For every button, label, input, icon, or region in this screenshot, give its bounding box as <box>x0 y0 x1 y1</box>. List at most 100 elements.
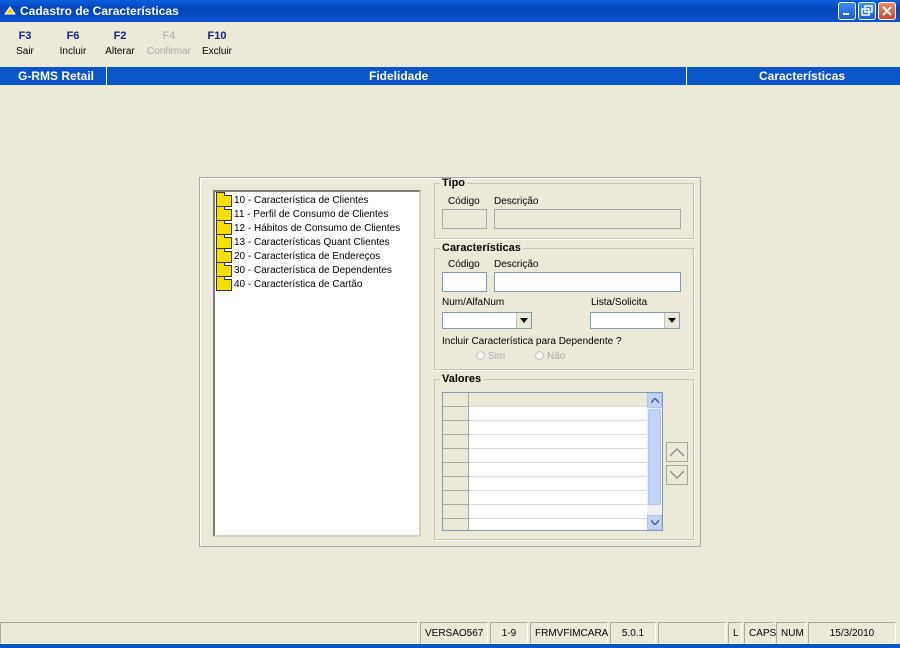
table-row[interactable] <box>443 491 648 505</box>
window-title: Cadastro de Características <box>20 4 179 18</box>
caracteristica-descricao-field[interactable] <box>494 272 681 292</box>
header-module: Fidelidade <box>369 69 429 83</box>
num-alfanum-select[interactable] <box>442 312 532 329</box>
row-header-cell <box>443 421 469 435</box>
grid-scrollbar[interactable] <box>647 393 662 530</box>
tree-item-label: 11 - Perfil de Consumo de Clientes <box>234 209 389 220</box>
status-record-range: 1-9 <box>490 622 528 644</box>
header-app-name: G-RMS Retail <box>18 69 95 83</box>
valores-grid[interactable] <box>442 392 663 531</box>
chevron-down-icon <box>670 471 684 479</box>
status-version: VERSAO567 <box>420 622 488 644</box>
caracteristica-descricao-label: Descrição <box>494 259 539 270</box>
scroll-down-button[interactable] <box>647 515 662 530</box>
radio-nao[interactable]: Não <box>535 351 565 362</box>
status-l: L <box>728 622 742 644</box>
minimize-icon <box>843 13 849 15</box>
bottom-border <box>0 644 900 648</box>
table-row[interactable] <box>443 421 648 435</box>
confirm-button[interactable]: F4 Confirmar <box>146 30 192 57</box>
status-num: NUM <box>776 622 806 644</box>
scroll-thumb[interactable] <box>648 409 661 505</box>
exit-button[interactable]: F3 Sair <box>14 30 36 57</box>
caracteristicas-legend: Características <box>442 242 521 254</box>
lista-solicita-select[interactable] <box>590 312 680 329</box>
window-titlebar: Cadastro de Características <box>0 0 900 22</box>
radio-circle-icon <box>476 351 485 360</box>
move-up-button[interactable] <box>666 442 688 462</box>
chevron-down-icon <box>516 313 531 328</box>
table-row[interactable] <box>443 407 648 421</box>
confirm-label: Confirmar <box>147 46 191 57</box>
tree-item[interactable]: 20 - Característica de Endereços <box>215 248 381 264</box>
chevron-up-icon <box>670 448 684 456</box>
tipo-descricao-field[interactable] <box>494 209 681 229</box>
tree-item[interactable]: 13 - Características Quant Clientes <box>215 234 390 250</box>
minimize-button[interactable] <box>838 2 856 20</box>
radio-circle-icon <box>535 351 544 360</box>
table-row[interactable] <box>443 519 648 530</box>
tree-item-label: 13 - Características Quant Clientes <box>234 237 390 248</box>
table-row[interactable] <box>443 435 648 449</box>
move-down-button[interactable] <box>666 465 688 485</box>
grid-header-row <box>443 393 648 407</box>
add-button[interactable]: F6 Incluir <box>58 30 88 57</box>
status-empty-cell <box>658 622 726 644</box>
grid-corner-cell <box>443 393 469 407</box>
row-header-cell <box>443 477 469 491</box>
edit-label: Alterar <box>105 46 135 57</box>
function-key-toolbar: F3 Sair F6 Incluir F2 Alterar F4 Confirm… <box>0 24 900 64</box>
header-divider <box>686 67 687 85</box>
app-icon <box>4 6 16 15</box>
row-header-cell <box>443 491 469 505</box>
window-controls <box>838 2 896 20</box>
tree-item[interactable]: 10 - Característica de Clientes <box>215 192 369 208</box>
chevron-down-icon <box>650 520 659 525</box>
tree-item-label: 20 - Característica de Endereços <box>234 251 381 262</box>
close-button[interactable] <box>878 2 896 20</box>
row-header-cell <box>443 519 469 530</box>
tree-item-label: 30 - Característica de Dependentes <box>234 265 392 276</box>
radio-sim-label: Sim <box>488 351 506 362</box>
radio-sim[interactable]: Sim <box>476 351 505 362</box>
exit-label: Sair <box>16 46 34 57</box>
tree-item[interactable]: 40 - Característica de Cartão <box>215 276 362 292</box>
row-header-cell <box>443 449 469 463</box>
add-key: F6 <box>66 30 80 42</box>
characteristic-type-tree[interactable]: 10 - Característica de Clientes 11 - Per… <box>213 190 421 537</box>
folder-icon <box>216 276 232 291</box>
tipo-codigo-field[interactable] <box>442 209 487 229</box>
table-row[interactable] <box>443 463 648 477</box>
header-divider <box>106 67 107 85</box>
exit-key: F3 <box>18 30 32 42</box>
delete-button[interactable]: F10 Excluir <box>202 30 232 57</box>
table-row[interactable] <box>443 505 648 519</box>
table-row[interactable] <box>443 449 648 463</box>
edit-key: F2 <box>113 30 127 42</box>
tipo-group: Tipo <box>434 177 694 239</box>
delete-key: F10 <box>207 30 227 42</box>
caracteristica-codigo-label: Código <box>448 259 480 270</box>
table-row[interactable] <box>443 477 648 491</box>
chevron-up-icon <box>650 398 659 403</box>
restore-button[interactable] <box>858 2 876 20</box>
tree-item-label: 10 - Característica de Clientes <box>234 195 369 206</box>
row-header-cell <box>443 463 469 477</box>
tree-item[interactable]: 12 - Hábitos de Consumo de Clientes <box>215 220 401 236</box>
tree-item-label: 12 - Hábitos de Consumo de Clientes <box>234 223 401 234</box>
tree-item[interactable]: 11 - Perfil de Consumo de Clientes <box>215 206 389 222</box>
delete-label: Excluir <box>202 46 233 57</box>
status-date: 15/3/2010 <box>808 622 896 644</box>
confirm-key: F4 <box>162 30 176 42</box>
scroll-up-button[interactable] <box>647 393 662 408</box>
chevron-down-icon <box>664 313 679 328</box>
lista-solicita-label: Lista/Solicita <box>591 297 648 308</box>
header-bar: G-RMS Retail Fidelidade Características <box>0 67 900 85</box>
edit-button[interactable]: F2 Alterar <box>104 30 136 57</box>
dependente-question-label: Incluir Característica para Dependente ? <box>442 336 622 347</box>
row-header-cell <box>443 505 469 519</box>
tree-item[interactable]: 30 - Característica de Dependentes <box>215 262 392 278</box>
add-label: Incluir <box>59 46 87 57</box>
tipo-descricao-label: Descrição <box>494 196 539 207</box>
caracteristica-codigo-field[interactable] <box>442 272 487 292</box>
